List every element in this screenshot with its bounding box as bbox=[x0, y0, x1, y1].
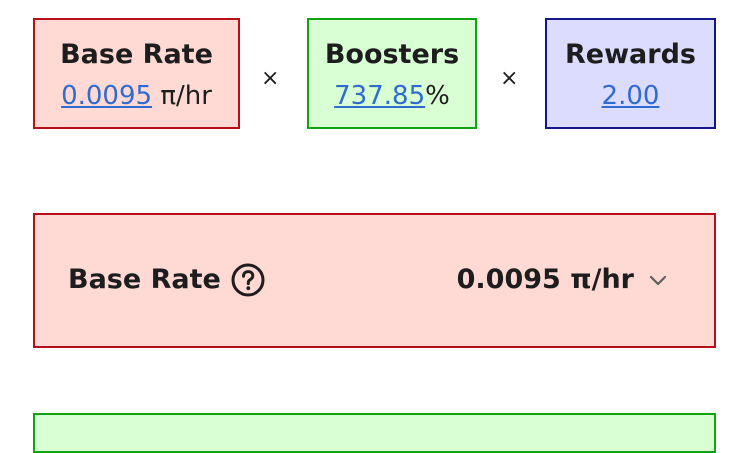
multiply-operator: × bbox=[261, 66, 280, 91]
boosters-unit: % bbox=[425, 81, 450, 111]
multiply-operator: × bbox=[500, 66, 519, 91]
rewards-box: Rewards 2.00 bbox=[545, 18, 716, 129]
boosters-panel[interactable] bbox=[33, 413, 716, 453]
rewards-title: Rewards bbox=[565, 39, 696, 70]
base-rate-panel-value-wrap: 0.0095 π/hr bbox=[457, 263, 668, 297]
base-rate-panel-header: Base Rate bbox=[68, 263, 265, 297]
base-rate-panel-value: 0.0095 π/hr bbox=[456, 264, 634, 295]
boosters-title: Boosters bbox=[324, 39, 460, 70]
boosters-box: Boosters 737.85% bbox=[307, 18, 477, 129]
rewards-link[interactable]: 2.00 bbox=[602, 81, 660, 111]
base-rate-title: Base Rate bbox=[60, 39, 213, 70]
base-rate-value-line: 0.0095 π/hr bbox=[35, 80, 238, 112]
boosters-link[interactable]: 737.85 bbox=[334, 81, 425, 111]
formula-row: Base Rate 0.0095 π/hr × Boosters 737.85%… bbox=[33, 18, 716, 133]
base-rate-panel-label: Base Rate bbox=[68, 264, 221, 295]
base-rate-unit: π/hr bbox=[152, 81, 212, 111]
base-rate-box: Base Rate 0.0095 π/hr bbox=[33, 18, 240, 129]
question-circle-icon[interactable] bbox=[231, 263, 265, 297]
base-rate-link[interactable]: 0.0095 bbox=[61, 81, 152, 111]
boosters-value-line: 737.85% bbox=[309, 80, 475, 112]
chevron-down-icon[interactable] bbox=[648, 273, 668, 287]
rewards-value-line: 2.00 bbox=[547, 80, 714, 112]
base-rate-panel[interactable]: Base Rate 0.0095 π/hr bbox=[33, 213, 716, 348]
